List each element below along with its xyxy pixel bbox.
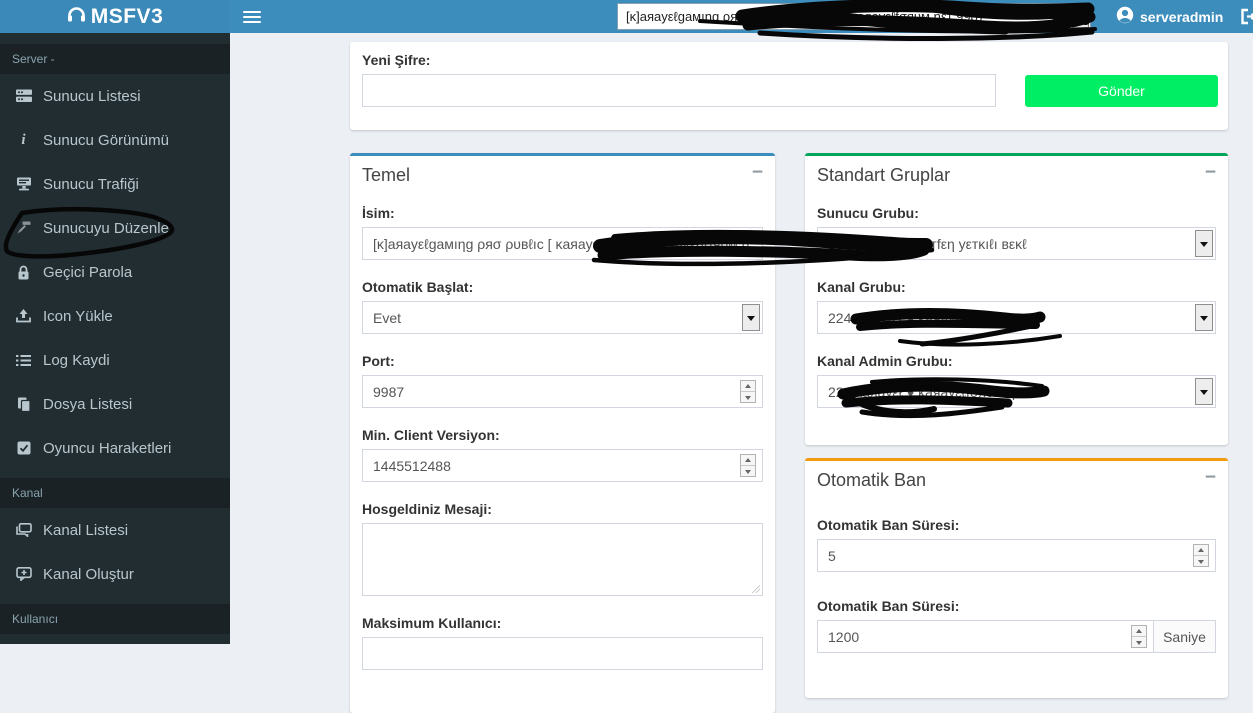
sidebar-item-log-kaydi[interactable]: Log Kaydi (0, 338, 230, 382)
sidebar-item-label: Sunucu Görünümü (43, 131, 169, 149)
welcome-message-label: Hosgeldiniz Mesaji: (362, 501, 492, 517)
server-name-input[interactable] (362, 227, 763, 260)
panel-title: Otomatik Ban (817, 470, 927, 490)
top-navbar: MSFV3 [κ]aяayεℓgaмıηg ρяσ ρυвℓıc [ κaяay… (0, 0, 1253, 33)
app-logo[interactable]: MSFV3 (0, 0, 230, 33)
channel-admin-group-select[interactable]: 224 κaяayεℓ ♦ κaяayεℓfσяυм.ηεт (817, 375, 1216, 408)
number-spinner[interactable] (1131, 625, 1147, 648)
send-button[interactable]: Gönder (1025, 75, 1218, 107)
comment-plus-icon (15, 567, 32, 581)
sidebar-item-label: Icon Yükle (43, 307, 113, 325)
autostart-select[interactable]: Evet (362, 301, 763, 334)
server-traffic-icon (15, 177, 32, 191)
number-spinner[interactable] (740, 454, 756, 477)
chevron-down-icon[interactable] (742, 304, 760, 331)
new-password-panel: Yeni Şifre: Gönder (350, 42, 1228, 130)
sidebar-item-sunucu-trafigi[interactable]: Sunucu Trafiği (0, 162, 230, 206)
default-groups-panel: Standart Gruplar − Sunucu Grubu: 150 κaя… (805, 153, 1228, 445)
server-select-value: [κ]aяayεℓgaмıηg ρяσ ρυвℓıc [ κaяayεℓ ] κ… (626, 9, 986, 24)
chevron-down-icon[interactable] (1195, 230, 1213, 257)
channel-group-select-value: 224 κaяayεℓ ♦ κaяayεℓfσяυм.ηεт (828, 309, 1028, 326)
min-client-version-input[interactable] (362, 449, 763, 482)
autostart-select-value: Evet (373, 309, 402, 326)
collapse-minus-icon[interactable]: − (1205, 163, 1216, 182)
name-label: İsim: (362, 205, 395, 221)
new-password-label: Yeni Şifre: (362, 52, 431, 68)
server-group-select[interactable]: 150 κaяayεℓ ♦ ℓüтfεη yεтκıℓı вεκℓ (817, 227, 1216, 260)
max-clients-label: Maksimum Kullanıcı: (362, 615, 502, 631)
port-label: Port: (362, 353, 395, 369)
sidebar-item-sunucu-listesi[interactable]: Sunucu Listesi (0, 74, 230, 118)
autostart-label: Otomatik Başlat: (362, 279, 474, 295)
check-square-icon (15, 441, 32, 455)
headphones-icon (67, 5, 86, 29)
collapse-minus-icon[interactable]: − (1205, 468, 1216, 487)
number-spinner[interactable] (1193, 544, 1209, 567)
sidebar-item-label: Kanal Listesi (43, 521, 129, 539)
server-group-select-value: 150 κaяayεℓ ♦ ℓüтfεη yεтκıℓı вεκℓ (828, 235, 1027, 252)
sign-out-icon[interactable] (1240, 8, 1253, 30)
list-icon (15, 354, 32, 367)
number-spinner[interactable] (740, 380, 756, 403)
chevron-down-icon[interactable] (1195, 304, 1213, 331)
hamburger-icon (243, 10, 261, 24)
sidebar-item-kanal-listesi[interactable]: Kanal Listesi (0, 508, 230, 552)
user-circle-icon (1116, 6, 1134, 27)
auto-ban-panel: Otomatik Ban − Otomatik Ban Süresi: Otom… (805, 458, 1228, 698)
sidebar-section-kullanici: Kullanıcı (0, 604, 230, 634)
chevron-down-icon[interactable] (1195, 378, 1213, 405)
sidebar-item-label: Dosya Listesi (43, 395, 133, 413)
sidebar-item-label: Sunucuyu Düzenle (43, 219, 169, 237)
sidebar-item-label: Oyuncu Haraketleri (43, 439, 172, 457)
panel-title: Temel (362, 165, 411, 185)
auto-ban-duration-label: Otomatik Ban Süresi: (817, 517, 960, 533)
server-group-label: Sunucu Grubu: (817, 205, 919, 221)
files-copy-icon (15, 397, 32, 412)
channel-group-label: Kanal Grubu: (817, 279, 906, 295)
sidebar-item-label: Sunucu Trafiği (43, 175, 139, 193)
info-icon: i (21, 131, 26, 148)
chevron-down-icon[interactable] (1072, 5, 1089, 28)
max-clients-input[interactable] (362, 637, 763, 670)
sidebar-item-label: Log Kaydi (43, 351, 110, 369)
edit-pencil-icon (15, 221, 32, 235)
channel-group-select[interactable]: 224 κaяayεℓ ♦ κaяayεℓfσяυм.ηεт (817, 301, 1216, 334)
sidebar-item-sunucuyu-duzenle[interactable]: Sunucuyu Düzenle (0, 206, 230, 250)
sidebar-item-label: Kanal Oluştur (43, 565, 134, 583)
sidebar-nav: Server - Sunucu Listesi i Sunucu Görünüm… (0, 33, 230, 644)
basic-settings-panel: Temel − İsim: Otomatik Başlat: Evet Port… (350, 153, 775, 713)
seconds-addon: Saniye (1154, 620, 1216, 653)
panel-title: Standart Gruplar (817, 165, 951, 185)
sidebar-item-oyuncu-haraketleri[interactable]: Oyuncu Haraketleri (0, 426, 230, 470)
new-password-input[interactable] (362, 74, 996, 107)
collapse-minus-icon[interactable]: − (752, 163, 763, 182)
server-select[interactable]: [κ]aяayεℓgaмıηg ρяσ ρυвℓıc [ κaяayεℓ ] κ… (617, 3, 1091, 30)
sidebar-toggle-button[interactable] (243, 8, 261, 24)
sidebar-section-kanal: Kanal (0, 478, 230, 508)
port-input[interactable] (362, 375, 763, 408)
resize-grip-icon[interactable] (751, 584, 760, 593)
auto-ban-duration-label: Otomatik Ban Süresi: (817, 598, 960, 614)
upload-icon (15, 309, 32, 323)
sidebar-item-icon-yukle[interactable]: Icon Yükle (0, 294, 230, 338)
welcome-message-textarea[interactable] (362, 523, 763, 596)
sidebar-item-dosya-listesi[interactable]: Dosya Listesi (0, 382, 230, 426)
server-stack-icon (15, 89, 32, 103)
channel-admin-group-select-value: 224 κaяayεℓ ♦ κaяayεℓfσяυм.ηεт (828, 383, 1028, 400)
user-menu[interactable]: serveradmin (1116, 0, 1223, 33)
username-text: serveradmin (1140, 8, 1224, 25)
sidebar-section-server: Server - (0, 44, 230, 74)
sidebar-item-gecici-parola[interactable]: Geçici Parola (0, 250, 230, 294)
channel-admin-group-label: Kanal Admin Grubu: (817, 353, 953, 369)
lock-icon (15, 265, 32, 280)
sidebar-item-sunucu-gorunumu[interactable]: i Sunucu Görünümü (0, 118, 230, 162)
auto-ban-count-input[interactable] (817, 539, 1216, 572)
auto-ban-seconds-input[interactable] (817, 620, 1154, 653)
brand-text: MSFV3 (90, 4, 164, 28)
min-client-label: Min. Client Versiyon: (362, 427, 500, 443)
sidebar-item-kanal-olustur[interactable]: Kanal Oluştur (0, 552, 230, 596)
sidebar-item-label: Geçici Parola (43, 263, 133, 281)
sidebar-item-label: Sunucu Listesi (43, 87, 141, 105)
comments-icon (15, 523, 32, 537)
